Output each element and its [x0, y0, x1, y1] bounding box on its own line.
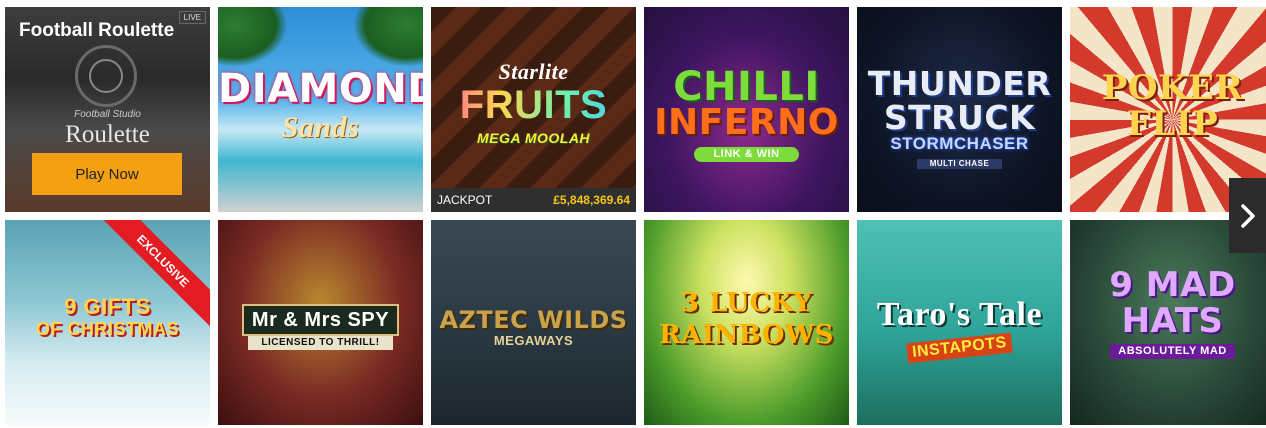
game-logo-line: 9 GIFTS [64, 294, 151, 319]
roulette-wheel-inner-icon [89, 59, 123, 93]
palm-leaves-icon [353, 7, 423, 67]
game-logo-line: MULTI CHASE [917, 159, 1002, 169]
game-logo-line: 3 LUCKY [680, 288, 813, 318]
game-title: Football Roulette [19, 20, 175, 41]
chevron-right-icon [1240, 203, 1255, 228]
carousel-next-button[interactable] [1229, 178, 1266, 253]
game-logo-line: INFERNO [654, 102, 839, 143]
game-logo-line: DIAMOND [218, 66, 423, 112]
game-logo-line: LICENSED TO THRILL! [248, 336, 393, 350]
game-logo-line: HATS [1121, 301, 1224, 341]
game-logo-line: POKER [1101, 68, 1244, 108]
game-logo-line: STORMCHASER [890, 134, 1029, 153]
game-logo-line: FLIP [1126, 104, 1219, 144]
jackpot-value: £5,848,369.64 [553, 193, 630, 207]
game-row-2: EXCLUSIVE 9 GIFTS OF CHRISTMAS Mr & Mrs … [5, 220, 1266, 425]
game-tile-3-lucky-rainbows[interactable]: 3 LUCKY RAINBOWS [644, 220, 849, 425]
game-logo-line: RAINBOWS [659, 320, 834, 350]
game-logo-line: LINK & WIN [694, 147, 799, 162]
game-tile-diamond-sands[interactable]: DIAMOND Sands [218, 7, 423, 212]
jackpot-bar: JACKPOT £5,848,369.64 [431, 188, 636, 212]
game-logo-line: 9 MAD [1109, 265, 1236, 305]
game-logo-line: ABSOLUTELY MAD [1110, 344, 1235, 359]
game-tile-thunderstruck-stormchaser[interactable]: THUNDER STRUCK STORMCHASER MULTI CHASE [857, 7, 1062, 212]
game-logo-line: Starlite [498, 59, 569, 84]
game-logo-line: Taro's Tale [876, 296, 1043, 333]
jackpot-label: JACKPOT [437, 193, 493, 207]
game-row-1: Football Roulette LIVE Football Studio R… [5, 7, 1266, 212]
logo-title: Roulette [65, 121, 150, 148]
game-logo-line: AZTEC WILDS [439, 306, 628, 334]
game-tile-football-roulette[interactable]: Football Roulette LIVE Football Studio R… [5, 7, 210, 212]
game-logo-line: Sands [281, 111, 360, 144]
game-logo-line: Mr & Mrs SPY [242, 304, 399, 336]
game-tile-aztec-wilds-megaways[interactable]: AZTEC WILDS MEGAWAYS [431, 220, 636, 425]
game-tile-starlite-fruits[interactable]: Starlite FRUITS MEGA MOOLAH JACKPOT £5,8… [431, 7, 636, 212]
game-logo-line: THUNDER [867, 64, 1052, 103]
game-logo-line: CHILLI [673, 64, 820, 110]
game-logo-line: STRUCK [883, 98, 1036, 137]
palm-leaves-icon [218, 7, 288, 67]
game-logo-line: MEGAWAYS [493, 333, 574, 348]
logo-subtitle: Football Studio [74, 109, 141, 120]
game-logo-line: FRUITS [431, 85, 636, 125]
game-logo-line: OF CHRISTMAS [36, 319, 179, 339]
live-badge: LIVE [178, 11, 206, 24]
game-logo-line: MEGA MOOLAH [476, 130, 591, 146]
game-tile-taros-tale[interactable]: Taro's Tale INSTAPOTS [857, 220, 1062, 425]
game-tile-mr-mrs-spy[interactable]: Mr & Mrs SPY LICENSED TO THRILL! [218, 220, 423, 425]
game-tile-chilli-inferno[interactable]: CHILLI INFERNO LINK & WIN [644, 7, 849, 212]
play-now-button[interactable]: Play Now [32, 153, 182, 195]
game-tile-9-gifts-of-christmas[interactable]: EXCLUSIVE 9 GIFTS OF CHRISTMAS [5, 220, 210, 425]
